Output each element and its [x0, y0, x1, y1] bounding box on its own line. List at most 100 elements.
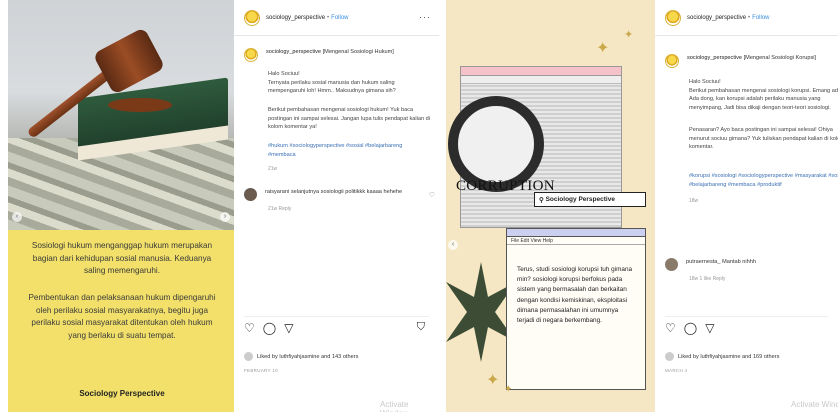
username[interactable]: sociology_perspective [266, 15, 325, 21]
share-icon[interactable]: ▽ [705, 322, 714, 334]
gavel-base [108, 98, 172, 112]
activate-windows-watermark: Activate Windo [791, 400, 838, 409]
notepad-line: dengan kondisi kemiskinan, eksploitasi [517, 296, 628, 304]
caption-line: Halo Sociuu! [689, 79, 721, 85]
caption-username[interactable]: sociology_perspective [266, 49, 321, 55]
likes-summary[interactable]: Liked by luthfiyahjasmine and 143 others [244, 352, 358, 361]
hashtag-line[interactable]: #belajarbareng #membaca #produktif [689, 181, 838, 190]
username[interactable]: sociology_perspective [687, 15, 746, 21]
caption-line: menurut sociuu gimana? Yuk tuliskan pend… [689, 135, 838, 142]
comment-meta[interactable]: 21w Reply [268, 206, 291, 212]
follow-button[interactable]: Follow [331, 15, 348, 21]
avatar[interactable] [665, 54, 679, 68]
notepad-titlebar [507, 229, 645, 237]
liker-avatar [244, 352, 253, 361]
liked-by-text[interactable]: Liked by luthfiyahjasmine and 169 others [678, 354, 779, 360]
image-line: bagian dari kehidupan sosial manusia. Ke… [32, 253, 212, 263]
liker-avatar [665, 352, 674, 361]
notepad-menu: File Edit View Help [507, 237, 645, 245]
caption-time: 18w [689, 198, 699, 204]
post-header: sociology_perspective • Follow ··· [234, 0, 439, 36]
liked-by-text[interactable]: Liked by luthfiyahjasmine and 143 others [257, 354, 358, 360]
like-icon[interactable]: ♡ [665, 322, 676, 334]
comment-body: raisyarani selanjutnya sosiologii politi… [265, 188, 402, 196]
search-box-graphic: ⚲ Sociology Perspective [534, 192, 646, 207]
notepad-line: Terus, studi sosiologi korupsi tuh giman… [517, 266, 633, 273]
comment-icon[interactable]: ◯ [263, 322, 276, 334]
caption-header: sociology_perspective [Mengenal Sosiolog… [665, 54, 816, 68]
follow-button[interactable]: Follow [752, 15, 769, 21]
carousel-prev-icon[interactable]: ‹ [448, 240, 458, 250]
like-icon[interactable]: ♡ [244, 322, 255, 334]
notepad-line: min? sosiologi korupsi berfokus pada [517, 276, 623, 284]
comment-text: selanjutnya sosiologii politikkk kaaaa h… [290, 189, 403, 195]
caption-username[interactable]: sociology_perspective [687, 55, 742, 61]
caption-line: Berikut pembahasan mengenai sosiologi hu… [268, 107, 414, 113]
window-addressbar [461, 76, 621, 84]
activate-windows-watermark: Activate Window [380, 400, 409, 412]
image-brand: Sociology Perspective [79, 389, 165, 398]
comment-username[interactable]: putraernesta_ [686, 259, 721, 265]
commenter-avatar[interactable] [665, 258, 678, 271]
window-titlebar [461, 67, 621, 76]
image-line: saling memengaruhi. [83, 266, 160, 276]
comment-icon[interactable]: ◯ [684, 322, 697, 334]
gavel-head [92, 27, 166, 95]
caption-line: Penasaran? Ayo baca postingan ini sampai… [689, 127, 833, 133]
caption-paragraph-1: Halo Sociuu! Berikut pembahasan mengenai… [689, 78, 838, 112]
post-image-law[interactable]: ‹ › [8, 0, 234, 230]
comment-text: Mantab nihhh [722, 259, 756, 265]
caption-line: postingan ini sampai selesai. Jangan lup… [268, 115, 431, 122]
likes-summary[interactable]: Liked by luthfiyahjasmine and 169 others [665, 352, 779, 361]
hashtag-line[interactable]: #korupsi #sosiologi #sociologyperspectiv… [689, 172, 838, 181]
avatar[interactable] [665, 9, 681, 26]
caption-header: sociology_perspective [Mengenal Sosiolog… [244, 48, 394, 62]
image-line: yang berlaku di suatu tempat. [68, 330, 176, 340]
image-line: Sosiologi hukum menganggap hukum merupak… [31, 241, 213, 250]
share-icon[interactable]: ▽ [284, 322, 293, 334]
notepad-line: dimana permasalahan ini umumnya [517, 306, 619, 314]
hashtag-line[interactable]: #membaca [268, 151, 402, 160]
caption-line: kolom komentar ya! [268, 124, 317, 131]
comment: raisyarani selanjutnya sosiologii politi… [244, 188, 402, 201]
caption-line: Berikut pembahasan mengenai sosiologi ko… [689, 87, 838, 94]
caption-title-line: sociology_perspective [Mengenal Sosiolog… [266, 48, 394, 57]
post-header: sociology_perspective • Follow [655, 0, 838, 36]
divider [439, 0, 446, 412]
caption-title-line: sociology_perspective [Mengenal Sosiolog… [687, 54, 816, 63]
hashtag-line[interactable]: #hukum #sociologyperspective #sosial #be… [268, 142, 402, 151]
more-options-icon[interactable]: ··· [419, 12, 431, 22]
notepad-window-graphic: File Edit View Help Terus, studi sosiolo… [506, 228, 646, 390]
right-post-panel: sociology_perspective • Follow sociology… [655, 0, 838, 412]
comment-like-icon[interactable]: ♡ [429, 191, 435, 199]
action-bar: ♡ ◯ ▽ [665, 316, 828, 334]
comment-meta[interactable]: 18w 1 like Reply [689, 276, 725, 282]
caption-paragraph-1: Halo Sociuu! Ternyata perilaku sosial ma… [268, 70, 396, 96]
sparkle-icon: ✦ [504, 384, 513, 395]
action-bar: ♡ ◯ ▽ ⛉ [244, 316, 429, 334]
carousel-prev-icon[interactable]: ‹ [12, 212, 22, 222]
separator-dot: • [748, 14, 751, 21]
post-image-corruption[interactable]: ✦ ✦ CORRUPTION ⚲ Sociology Perspective F… [446, 0, 655, 412]
bookmark-icon[interactable]: ⛉ [417, 321, 425, 334]
comment-username[interactable]: raisyarani [265, 189, 289, 195]
hashtags[interactable]: #korupsi #sosiologi #sociologyperspectiv… [689, 172, 838, 189]
commenter-avatar[interactable] [244, 188, 257, 201]
notepad-line: sistem yang bermasalah dan berkaitan [517, 286, 627, 294]
sparkle-icon: ✦ [486, 372, 500, 389]
carousel-next-icon[interactable]: › [220, 212, 230, 222]
hashtags[interactable]: #hukum #sociologyperspective #sosial #be… [268, 142, 402, 159]
avatar[interactable] [244, 48, 258, 62]
image-text-2: Pembentukan dan pelaksanaan hukum dipeng… [16, 292, 228, 342]
caption-line: Ada dong, kan korupsi adalah perilaku ma… [689, 96, 821, 103]
caption-line: menyimpang, Jadi bisa dikaji dengan teor… [689, 104, 831, 111]
image-line: oleh perilaku sosial masyarakatnya, begi… [35, 305, 209, 315]
caption-line: komentar. [689, 144, 714, 151]
image-text-1: Sosiologi hukum menganggap hukum merupak… [16, 240, 228, 278]
caption-time: 21w [268, 166, 278, 172]
image-line: perilaku sosial masyarakat ditentukan ol… [31, 318, 213, 328]
sparkle-icon: ✦ [596, 40, 610, 57]
caption-title: [Mengenal Sosiologi Hukum] [322, 49, 394, 55]
left-post-panel: sociology_perspective • Follow ··· socio… [234, 0, 439, 412]
avatar[interactable] [244, 9, 260, 26]
